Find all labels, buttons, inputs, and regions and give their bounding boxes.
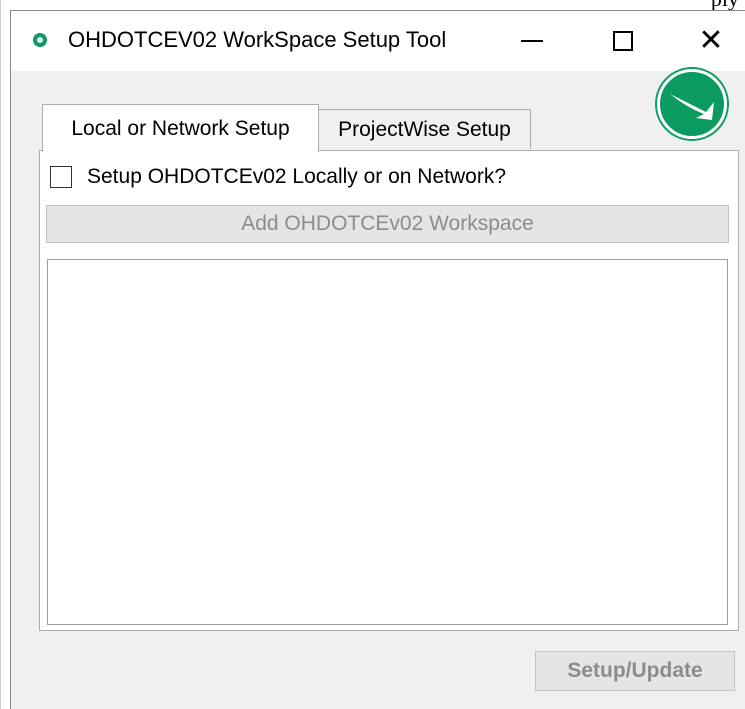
maximize-button[interactable] <box>588 11 658 71</box>
close-icon: ✕ <box>698 23 724 58</box>
add-workspace-button[interactable]: Add OHDOTCEv02 Workspace <box>46 205 729 243</box>
setup-local-checkbox-label[interactable]: Setup OHDOTCEv02 Locally or on Network? <box>87 165 506 189</box>
app-icon <box>33 33 47 47</box>
maximize-icon <box>613 31 633 51</box>
ohio-dot-logo-graphic <box>670 94 714 120</box>
app-window: OHDOTCEV02 WorkSpace Setup Tool ✕ Local … <box>10 10 745 709</box>
setup-update-button[interactable]: Setup/Update <box>535 651 735 691</box>
setup-local-checkbox-row[interactable]: Setup OHDOTCEv02 Locally or on Network? <box>50 165 506 189</box>
ohio-dot-logo-icon <box>657 69 727 139</box>
workspace-list[interactable] <box>47 259 728 625</box>
title-bar[interactable]: OHDOTCEV02 WorkSpace Setup Tool ✕ <box>11 11 745 71</box>
setup-local-checkbox[interactable] <box>50 166 72 188</box>
window-title: OHDOTCEV02 WorkSpace Setup Tool <box>68 27 447 52</box>
minimize-button[interactable] <box>497 11 567 71</box>
minimize-icon <box>521 40 543 42</box>
tab-local-or-network-setup[interactable]: Local or Network Setup <box>42 104 319 152</box>
tab-projectwise-setup[interactable]: ProjectWise Setup <box>318 109 531 149</box>
close-button[interactable]: ✕ <box>676 11 745 71</box>
background-edge <box>0 0 1 709</box>
tab-panel-local-setup: Setup OHDOTCEv02 Locally or on Network? … <box>39 150 739 631</box>
